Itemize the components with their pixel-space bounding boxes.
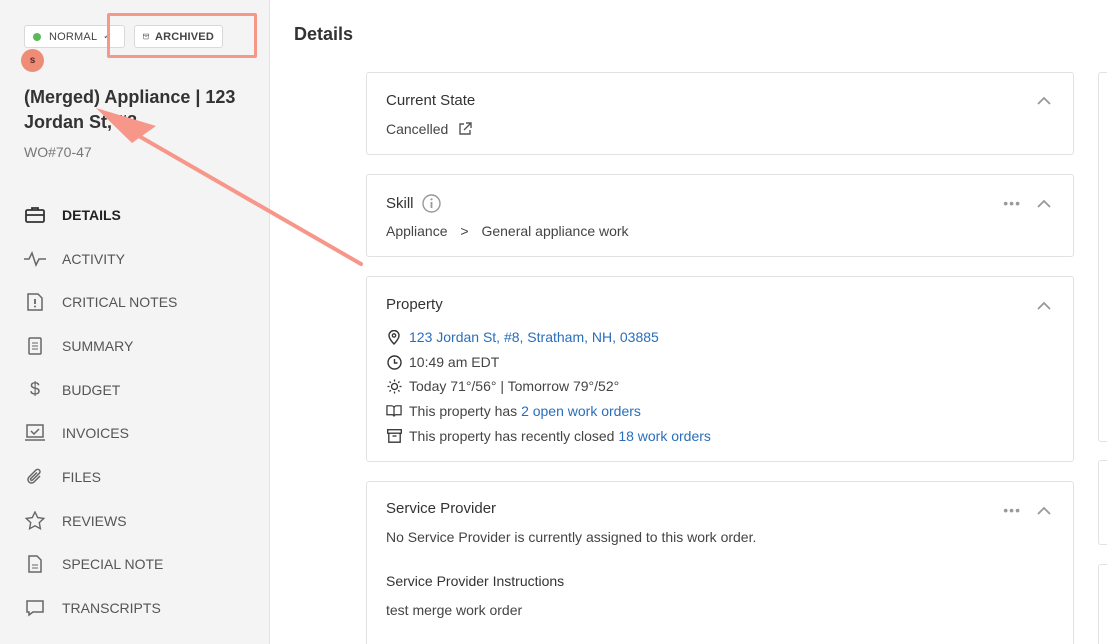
property-weather: Today 71°/56° | Tomorrow 79°/52° [386, 378, 619, 394]
work-order-title: (Merged) Appliance | 123 Jordan St, #8 [24, 87, 236, 132]
right-panel-card [1098, 72, 1107, 442]
priority-status-dot [33, 32, 41, 41]
open-work-orders-link[interactable]: 2 open work orders [521, 403, 641, 419]
map-pin-icon [386, 329, 402, 345]
instructions-text: test merge work order [386, 602, 523, 618]
page-title: Details [294, 24, 354, 44]
skill-separator: > [460, 223, 469, 239]
local-time-text: 10:49 am EDT [409, 354, 500, 370]
chat-icon [24, 597, 46, 619]
sidebar-item-files[interactable]: FILES [0, 455, 269, 499]
current-state-value: Cancelled [386, 121, 472, 137]
open-work-orders-prefix: This property has [409, 403, 522, 419]
pulse-icon [24, 248, 46, 270]
archive-icon [386, 428, 402, 444]
sidebar-item-label: FILES [62, 468, 101, 485]
property-closed-work-orders: This property has recently closed 18 wor… [386, 428, 711, 444]
sidebar-item-label: CRITICAL NOTES [62, 294, 178, 311]
sidebar-item-budget[interactable]: $ BUDGET [0, 368, 269, 412]
service-provider-card: Service Provider ••• No Service Provider… [366, 481, 1074, 644]
service-provider-status: No Service Provider is currently assigne… [386, 529, 757, 545]
briefcase-icon [24, 204, 46, 226]
sidebar-item-reviews[interactable]: REVIEWS [0, 499, 269, 543]
property-local-time: 10:49 am EDT [386, 354, 499, 370]
property-address: 123 Jordan St, #8, Stratham, NH, 03885 [386, 329, 659, 345]
priority-label: NORMAL [49, 30, 98, 43]
sidebar-item-special-note[interactable]: SPECIAL NOTE [0, 543, 269, 587]
current-state-label: Cancelled [386, 121, 449, 137]
weather-text: Today 71°/56° | Tomorrow 79°/52° [409, 378, 620, 394]
sidebar-item-summary[interactable]: SUMMARY [0, 324, 269, 368]
work-order-number: WO#70-47 [24, 144, 92, 160]
sidebar-item-label: DETAILS [62, 206, 121, 223]
sidebar-item-transcripts[interactable]: TRANSCRIPTS [0, 586, 269, 630]
annotation-highlight-box [107, 13, 257, 58]
skill-card: Skill ••• Appliance > General appliance … [366, 174, 1074, 257]
card-title: Skill [386, 194, 441, 213]
avatar-initial: s [29, 55, 36, 66]
critical-note-icon [24, 291, 46, 313]
sidebar-item-label: SUMMARY [62, 337, 134, 354]
invoice-icon [24, 422, 46, 444]
right-panel-card [1098, 460, 1107, 545]
right-panel-card [1098, 564, 1107, 644]
sidebar-item-label: ACTIVITY [62, 250, 126, 267]
card-title: Service Provider [386, 500, 497, 517]
main-content: Details Current State Cancelled Skill ••… [270, 0, 1107, 644]
more-options-icon[interactable]: ••• [1003, 195, 1021, 211]
skill-title: Skill [386, 195, 414, 212]
sidebar-item-label: BUDGET [62, 381, 121, 398]
external-link-icon[interactable] [458, 122, 472, 136]
skill-category: Appliance [386, 223, 448, 239]
sidebar-item-label: REVIEWS [62, 512, 127, 529]
sidebar-item-details[interactable]: DETAILS [0, 193, 269, 237]
address-link[interactable]: 123 Jordan St, #8, Stratham, NH, 03885 [409, 329, 659, 345]
current-state-card: Current State Cancelled [366, 72, 1074, 155]
clock-icon [386, 354, 402, 370]
chevron-up-icon[interactable] [1037, 299, 1051, 313]
note-icon [24, 553, 46, 575]
info-icon[interactable] [421, 194, 441, 213]
book-icon [386, 403, 402, 419]
chevron-up-icon[interactable] [1037, 94, 1051, 108]
sidebar-item-critical-notes[interactable]: CRITICAL NOTES [0, 280, 269, 324]
skill-subcategory: General appliance work [481, 223, 629, 239]
paperclip-icon [24, 466, 46, 488]
closed-work-orders-link[interactable]: 18 work orders [618, 428, 711, 444]
sidebar-item-label: TRANSCRIPTS [62, 600, 161, 617]
sidebar-nav: DETAILS ACTIVITY CRITICAL NOTES SUMMARY … [0, 193, 269, 630]
sidebar-item-invoices[interactable]: INVOICES [0, 411, 269, 455]
instructions-title: Service Provider Instructions [386, 573, 565, 589]
dollar-icon: $ [29, 379, 40, 400]
sidebar-item-label: SPECIAL NOTE [62, 556, 164, 573]
sidebar-item-activity[interactable]: ACTIVITY [0, 237, 269, 281]
card-title: Current State [386, 92, 476, 109]
closed-work-orders-prefix: This property has recently closed [409, 428, 619, 444]
sidebar: NORMAL ✓ ARCHIVED s (Merged) Appliance |… [0, 0, 270, 644]
document-icon [24, 335, 46, 357]
star-icon [24, 510, 46, 532]
skill-path: Appliance > General appliance work [386, 223, 629, 239]
chevron-up-icon[interactable] [1037, 504, 1051, 518]
chevron-up-icon[interactable] [1037, 197, 1051, 211]
card-title: Property [386, 296, 443, 313]
more-options-icon[interactable]: ••• [1003, 502, 1021, 518]
sun-icon [386, 378, 402, 394]
property-card: Property 123 Jordan St, #8, Stratham, NH… [366, 276, 1074, 462]
sidebar-item-label: INVOICES [62, 425, 129, 442]
avatar[interactable]: s [21, 49, 44, 72]
property-open-work-orders: This property has 2 open work orders [386, 403, 641, 419]
